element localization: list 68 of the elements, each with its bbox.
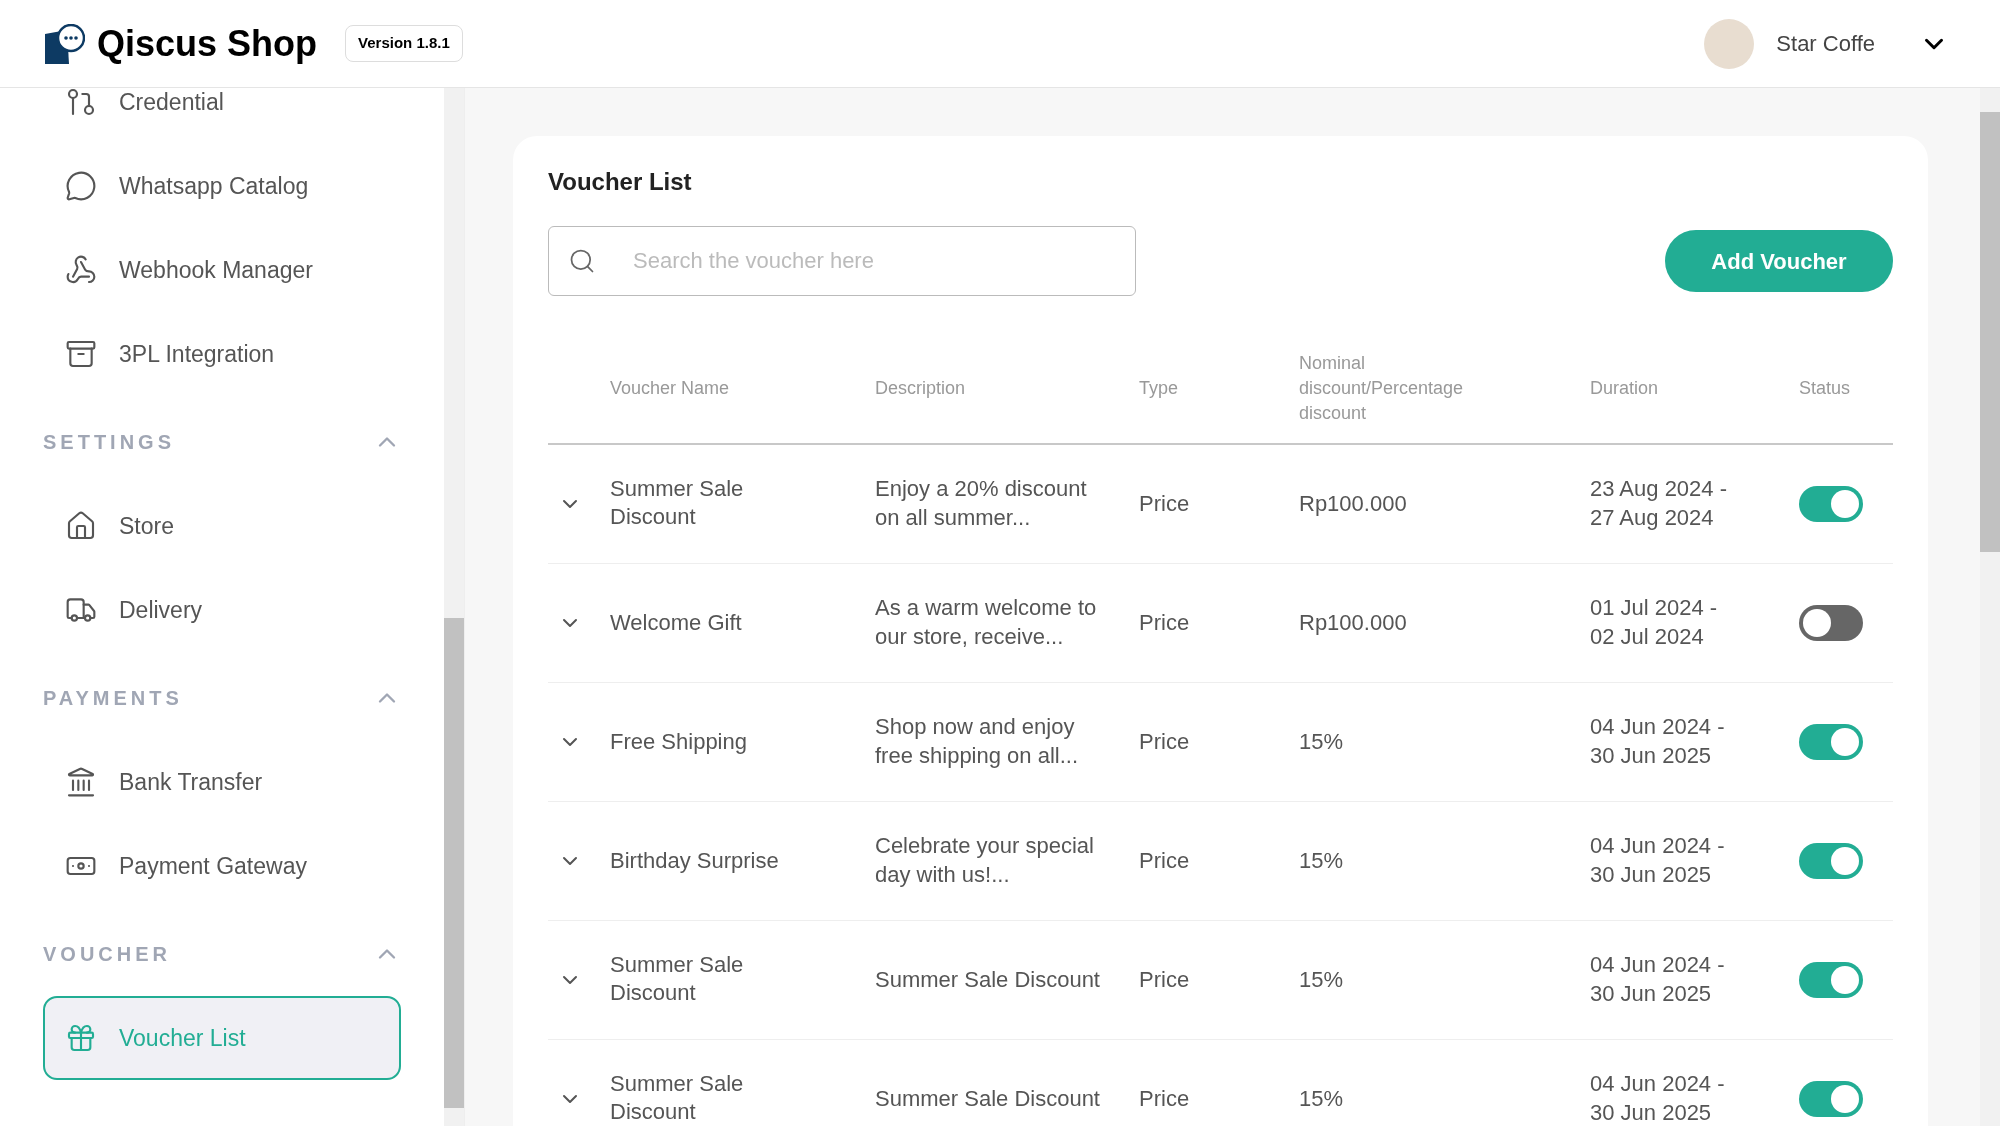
- column-header: Nominal discount/Percentage discount: [1299, 351, 1465, 425]
- status-toggle[interactable]: [1799, 842, 1863, 879]
- column-header: Type: [1139, 378, 1179, 398]
- version-badge: Version 1.8.1: [345, 25, 463, 62]
- voucher-description: Enjoy a 20% discount on all summer...: [875, 474, 1088, 532]
- voucher-name: Summer Sale Discount: [610, 474, 745, 531]
- voucher-name: Summer Sale Discount: [610, 950, 745, 1007]
- archive-box-icon: [65, 338, 97, 370]
- status-toggle[interactable]: [1799, 1080, 1863, 1117]
- section-title: SETTINGS: [43, 430, 175, 455]
- voucher-discount: 15%: [1299, 848, 1344, 873]
- voucher-discount: 15%: [1299, 967, 1344, 992]
- status-toggle[interactable]: [1799, 485, 1863, 522]
- voucher-description: Summer Sale Discount: [875, 1085, 1101, 1113]
- voucher-discount: Rp100.000: [1299, 610, 1407, 635]
- sidebar-item[interactable]: Delivery: [43, 568, 401, 652]
- column-header: Duration: [1590, 378, 1659, 398]
- sidebar-item[interactable]: Whatsapp Catalog: [43, 144, 401, 228]
- brand-name: Qiscus Shop: [97, 21, 318, 66]
- voucher-duration: 23 Aug 2024 - 27 Aug 2024: [1590, 474, 1728, 532]
- voucher-description: As a warm welcome to our store, receive...: [875, 593, 1098, 651]
- voucher-type: Price: [1139, 1086, 1190, 1111]
- voucher-type: Price: [1139, 491, 1190, 517]
- voucher-name: Free Shipping: [610, 728, 748, 756]
- user-name: Star Coffe: [1776, 30, 1875, 58]
- voucher-duration: 04 Jun 2024 - 30 Jun 2025: [1590, 1069, 1726, 1126]
- voucher-name: Welcome Gift: [610, 609, 743, 637]
- voucher-description: Shop now and enjoy free shipping on all...: [875, 712, 1080, 770]
- card-title: Voucher List: [548, 167, 693, 197]
- voucher-type: Price: [1139, 729, 1190, 754]
- section-title: PAYMENTS: [43, 686, 183, 711]
- voucher-description: Summer Sale Discount: [875, 966, 1101, 994]
- voucher-discount: Rp100.000: [1299, 491, 1407, 517]
- chat-bubble-icon: [65, 170, 97, 202]
- voucher-duration: 04 Jun 2024 - 30 Jun 2025: [1590, 950, 1726, 1008]
- scrollbar[interactable]: [444, 88, 464, 1126]
- sidebar-item[interactable]: Bank Transfer: [43, 740, 401, 824]
- webhook-icon: [65, 254, 97, 286]
- section-title: VOUCHER: [43, 942, 171, 967]
- bank-icon: [65, 766, 97, 798]
- voucher-discount: 15%: [1299, 729, 1344, 754]
- voucher-name: Summer Sale Discount: [610, 1069, 745, 1126]
- column-header: Status: [1799, 378, 1851, 398]
- logo-icon: [43, 23, 85, 64]
- voucher-name: Birthday Surprise: [610, 847, 780, 875]
- search-icon: [568, 247, 596, 275]
- column-header: Description: [875, 378, 966, 398]
- gift-icon: [65, 1022, 97, 1054]
- sidebar-item[interactable]: Webhook Manager: [43, 228, 401, 312]
- voucher-type: Price: [1139, 610, 1190, 635]
- sidebar-item[interactable]: 3PL Integration: [43, 312, 401, 396]
- voucher-type: Price: [1139, 967, 1190, 992]
- sidebar-item[interactable]: Payment Gateway: [43, 824, 401, 908]
- branch-icon: [65, 86, 97, 118]
- voucher-discount: 15%: [1299, 1086, 1344, 1111]
- voucher-description: Celebrate your special day with us!...: [875, 831, 1095, 889]
- voucher-duration: 01 Jul 2024 - 02 Jul 2024: [1590, 593, 1719, 651]
- search-field[interactable]: Search the voucher here: [548, 226, 1136, 296]
- sidebar-item[interactable]: Store: [43, 484, 401, 568]
- scrollbar[interactable]: [1980, 88, 2000, 1126]
- status-toggle[interactable]: [1799, 604, 1863, 641]
- status-toggle[interactable]: [1799, 723, 1863, 760]
- house-icon: [65, 510, 97, 542]
- voucher-duration: 04 Jun 2024 - 30 Jun 2025: [1590, 712, 1726, 770]
- voucher-type: Price: [1139, 848, 1190, 873]
- status-toggle[interactable]: [1799, 961, 1863, 998]
- column-header: Voucher Name: [610, 378, 730, 398]
- voucher-duration: 04 Jun 2024 - 30 Jun 2025: [1590, 831, 1726, 889]
